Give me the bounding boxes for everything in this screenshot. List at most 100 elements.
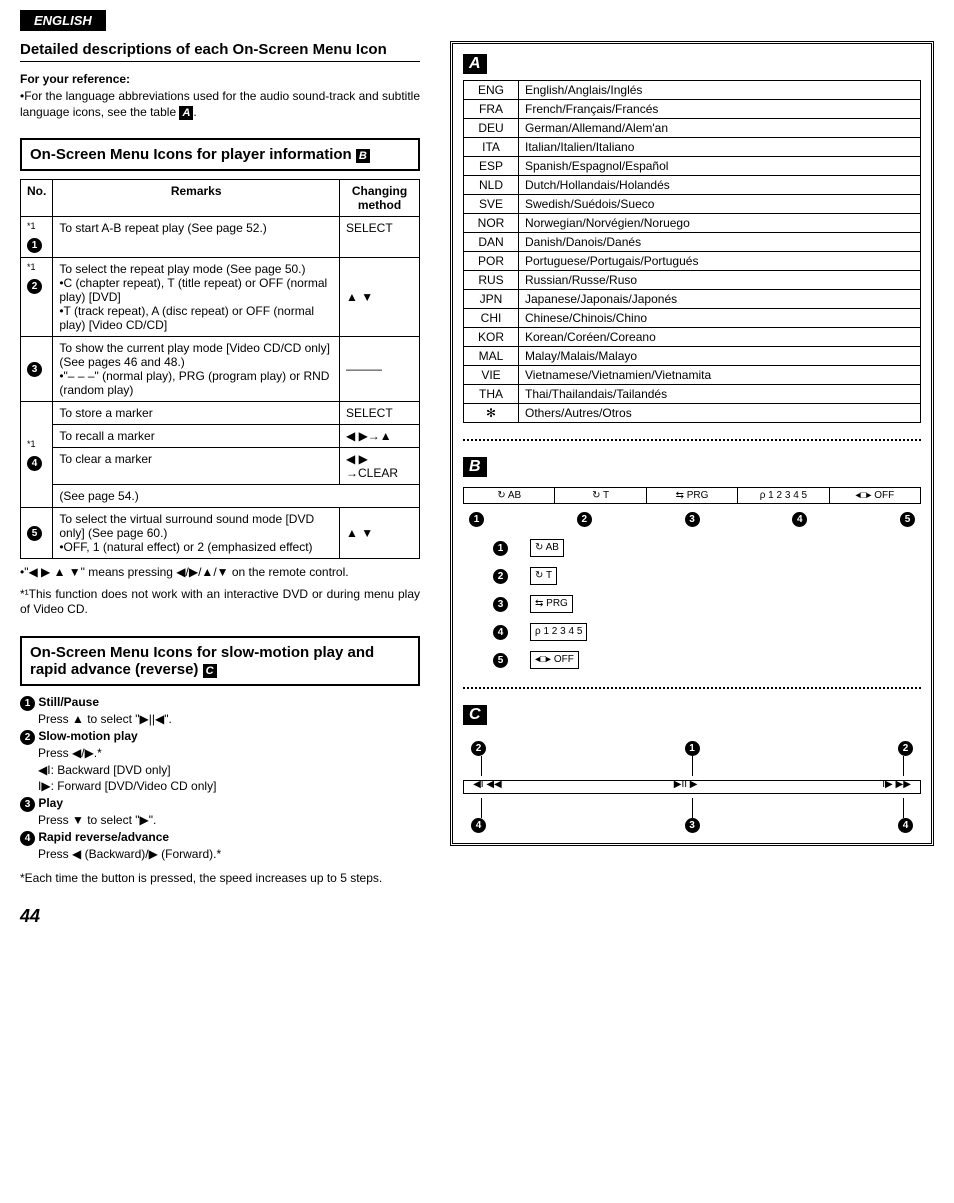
b-legend-num-icon: 5 [493,653,508,668]
lang-code: RUS [464,271,519,290]
lang-code: FRA [464,100,519,119]
row-num-icon: 5 [27,526,42,541]
table-row: To recall a marker ◀ ▶→▲ [21,425,420,448]
reference-text-prefix: •For the language abbreviations used for… [20,89,420,119]
sidebar-reference-box: A ENGEnglish/Anglais/InglésFRAFrench/Fra… [450,41,934,846]
c-num-icon: 4 [898,818,913,833]
b-legend-num-icon: 4 [493,625,508,640]
lang-row: CHIChinese/Chinois/Chino [464,309,921,328]
player-info-title-text: On-Screen Menu Icons for player informat… [30,146,356,163]
slow-item-line: Press ▼ to select "▶". [38,812,420,829]
lang-code: ✻ [464,404,519,423]
lang-code: THA [464,385,519,404]
c-num-icon: 1 [685,741,700,756]
lang-name: Others/Autres/Otros [519,404,921,423]
num-5-icon: 5 [900,512,915,527]
lang-code: JPN [464,290,519,309]
cell-remarks: To store a marker [53,402,340,425]
b-legend-icon: ρ 1 2 3 4 5 [530,623,587,641]
page-number: 44 [20,906,420,927]
lang-name: French/Français/Francés [519,100,921,119]
slow-motion-section-title: On-Screen Menu Icons for slow-motion pla… [20,636,420,686]
player-info-section-title: On-Screen Menu Icons for player informat… [20,138,420,171]
row-num-icon: 3 [27,362,42,377]
reference-text-suffix: . [193,105,196,119]
b-legend-num-icon: 2 [493,569,508,584]
sup: *1 [27,439,36,449]
lang-row: ENGEnglish/Anglais/Inglés [464,81,921,100]
b-strip-cell: ◂□▸ OFF [830,488,920,503]
lang-name: Italian/Italien/Italiano [519,138,921,157]
c-track-top: ◀I ◀◀ ▶II ▶ I▶ ▶▶ [463,780,921,794]
b-strip-cell: ρ 1 2 3 4 5 [738,488,829,503]
lang-row: PORPortuguese/Portugais/Portugués [464,252,921,271]
table-row: 5 To select the virtual surround sound m… [21,508,420,559]
th-no: No. [21,180,53,217]
c-mark-mid: ▶II ▶ [674,779,698,790]
lang-code: NOR [464,214,519,233]
slow-num-icon: 4 [20,831,35,846]
slow-item-title: Still/Pause [35,695,99,709]
table-row: *14 To store a marker SELECT [21,402,420,425]
cell-remarks: To show the current play mode [Video CD/… [53,337,340,402]
th-method: Changing method [340,180,420,217]
num-2-icon: 2 [577,512,592,527]
cell-remarks: To clear a marker [53,448,340,485]
slow-footnote: *Each time the button is pressed, the sp… [20,871,420,887]
b-legend-num-icon: 3 [493,597,508,612]
cell-remarks: To select the repeat play mode (See page… [53,258,340,337]
slow-item-title: Slow-motion play [35,729,138,743]
slow-num-icon: 1 [20,696,35,711]
b-legend-row: 2↻ T [493,565,921,587]
b-strip-numbers: 1 2 3 4 5 [463,512,921,527]
row-num-icon: 2 [27,279,42,294]
cell-method: ▲ ▼ [340,258,420,337]
lang-code: POR [464,252,519,271]
dotted-separator [463,439,921,441]
lang-code: VIE [464,366,519,385]
lang-name: Vietnamese/Vietnamien/Vietnamita [519,366,921,385]
slow-num-icon: 3 [20,797,35,812]
cell-method: ——— [340,337,420,402]
lang-row: ✻Others/Autres/Otros [464,404,921,423]
lang-name: Thai/Thailandais/Tailandés [519,385,921,404]
lang-code: SVE [464,195,519,214]
b-legend-num-icon: 1 [493,541,508,556]
lang-row: MALMalay/Malais/Malayo [464,347,921,366]
lang-name: Swedish/Suédois/Sueco [519,195,921,214]
table-row: To clear a marker ◀ ▶ →CLEAR [21,448,420,485]
lang-code: DEU [464,119,519,138]
b-legend: 1 ↻ AB 2↻ T 3⇆ PRG 4 ρ 1 2 3 4 5 5◂□▸ OFF [463,537,921,671]
c-num-icon: 4 [471,818,486,833]
player-info-badge-b: B [356,149,370,163]
b-legend-row: 3⇆ PRG [493,593,921,615]
lang-code: KOR [464,328,519,347]
row-num-icon: 1 [27,238,42,253]
note-asterisk: *¹This function does not work with an in… [20,587,420,618]
c-mark-left: ◀I ◀◀ [473,779,502,790]
slow-item-line: Press ◀/▶.* [38,745,420,762]
num-1-icon: 1 [469,512,484,527]
lang-code: ITA [464,138,519,157]
table-row: 3 To show the current play mode [Video C… [21,337,420,402]
lang-row: SVESwedish/Suédois/Sueco [464,195,921,214]
b-legend-icon: ↻ AB [530,539,564,557]
cell-remarks: To select the virtual surround sound mod… [53,508,340,559]
lang-row: ITAItalian/Italien/Italiano [464,138,921,157]
b-legend-row: 5◂□▸ OFF [493,649,921,671]
lang-name: Dutch/Hollandais/Holandés [519,176,921,195]
cell-remarks: (See page 54.) [53,485,420,508]
section-a-label: A [463,54,487,74]
lang-name: Japanese/Japonais/Japonés [519,290,921,309]
num-3-icon: 3 [685,512,700,527]
lang-name: Danish/Danois/Danés [519,233,921,252]
num-4-icon: 4 [792,512,807,527]
lang-code: NLD [464,176,519,195]
table-row: (See page 54.) [21,485,420,508]
language-badge: ENGLISH [20,10,106,31]
lang-row: NLDDutch/Hollandais/Holandés [464,176,921,195]
cell-method: SELECT [340,217,420,258]
slow-item: 4 Rapid reverse/advancePress ◀ (Backward… [20,829,420,863]
lang-name: English/Anglais/Inglés [519,81,921,100]
cell-remarks: To start A-B repeat play (See page 52.) [53,217,340,258]
